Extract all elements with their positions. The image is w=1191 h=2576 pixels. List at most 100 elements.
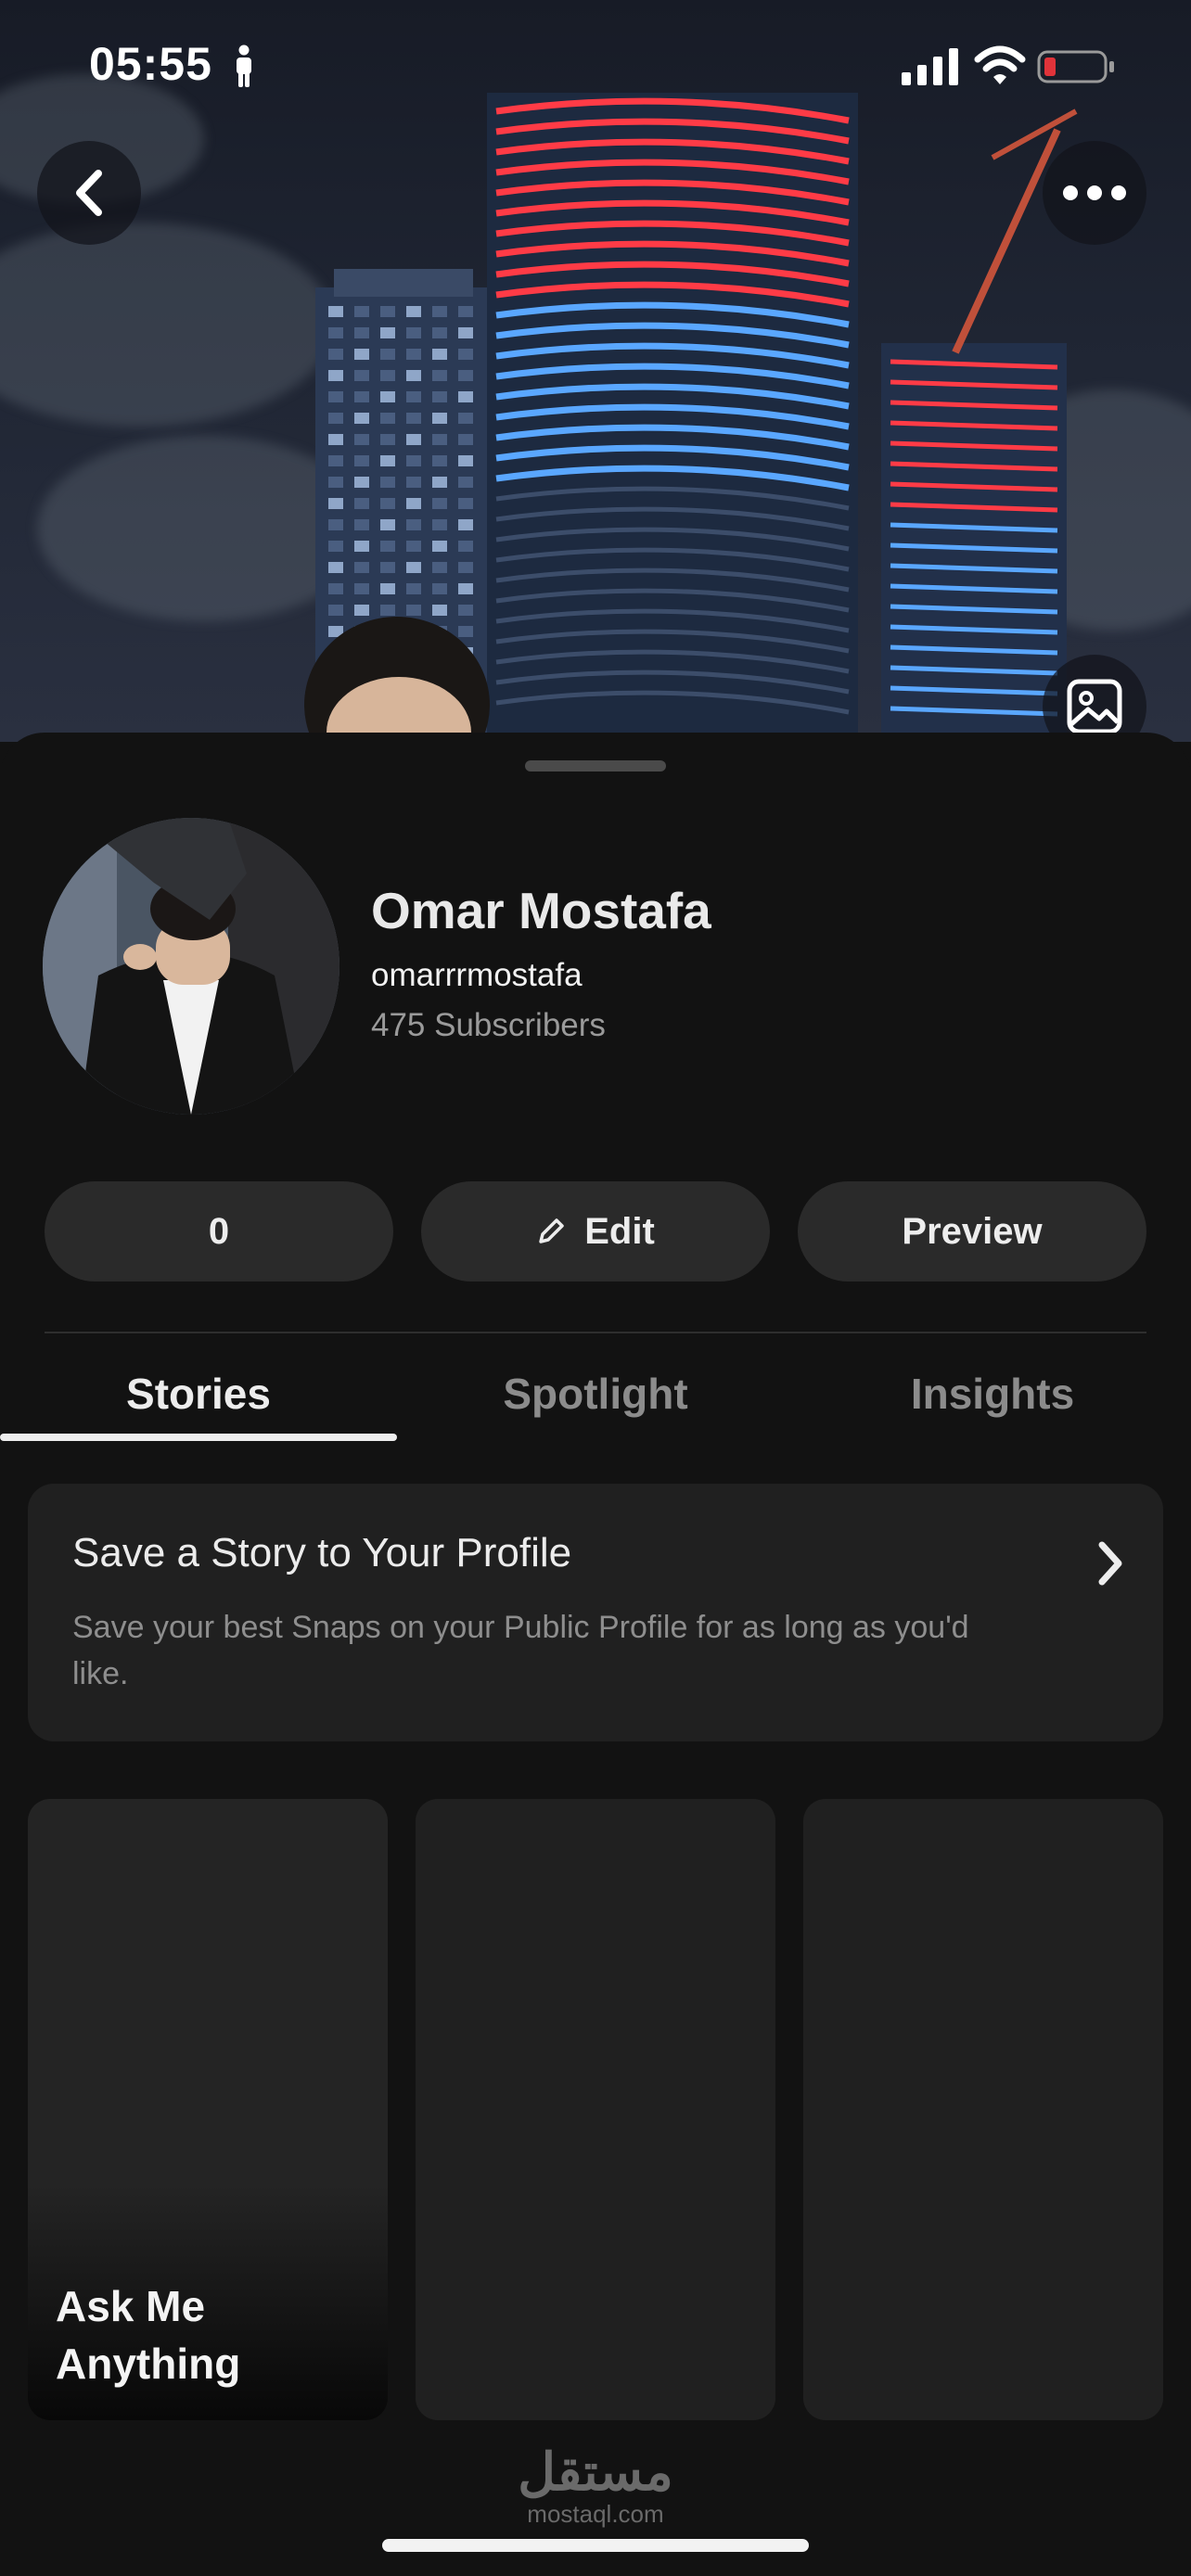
battery-icon: [1037, 50, 1114, 83]
active-tab-indicator: [0, 1434, 397, 1441]
building-window: [432, 519, 447, 530]
building-window: [328, 327, 343, 338]
status-bar: 05:55: [0, 0, 1191, 139]
building-window: [406, 477, 421, 488]
building-window: [432, 583, 447, 594]
watermark-arabic: مستقل: [518, 2442, 673, 2501]
building-window: [406, 370, 421, 381]
building-window: [380, 413, 395, 424]
building-window: [328, 562, 343, 573]
image-icon: [1067, 679, 1122, 734]
avatar-photo: [43, 818, 339, 1115]
building-window: [406, 434, 421, 445]
building-window: [380, 541, 395, 552]
building-window: [432, 327, 447, 338]
building-window: [328, 541, 343, 552]
building-window: [380, 455, 395, 466]
chevron-right-icon: [1098, 1541, 1122, 1586]
building-window: [328, 519, 343, 530]
cloud: [0, 223, 334, 427]
more-options-button[interactable]: [1043, 141, 1146, 245]
building-window: [328, 370, 343, 381]
building-window: [328, 434, 343, 445]
home-indicator[interactable]: [382, 2539, 809, 2552]
building-window: [328, 413, 343, 424]
building-window: [380, 306, 395, 317]
person-head: [304, 617, 490, 742]
subscriber-count: 475 Subscribers: [371, 1007, 606, 1043]
building-window: [406, 541, 421, 552]
save-story-description: Save your best Snaps on your Public Prof…: [72, 1610, 969, 1691]
person-icon: [237, 45, 251, 87]
building-window: [432, 370, 447, 381]
profile-name: Omar Mostafa: [371, 882, 711, 939]
building-window: [406, 455, 421, 466]
save-story-card[interactable]: Save a Story to Your Profile Save your b…: [28, 1484, 1163, 1741]
building-window: [328, 477, 343, 488]
building-window: [406, 391, 421, 402]
building-main: [487, 93, 858, 742]
building-window: [354, 327, 369, 338]
save-story-title: Save a Story to Your Profile: [72, 1530, 572, 1575]
building-window: [354, 455, 369, 466]
avatar[interactable]: [43, 818, 339, 1115]
building-window: [328, 583, 343, 594]
pencil-icon: [539, 1218, 564, 1243]
building-window: [328, 391, 343, 402]
building-window: [406, 562, 421, 573]
building-window: [432, 455, 447, 466]
edit-label: Edit: [584, 1210, 655, 1252]
preview-label: Preview: [902, 1210, 1043, 1252]
building-window: [406, 519, 421, 530]
building-window: [380, 349, 395, 360]
cover-image: 05:55: [0, 0, 1191, 742]
building-window: [354, 370, 369, 381]
story-tile-label: Ask Me Anything: [56, 2282, 241, 2388]
story-tile-empty[interactable]: [803, 1799, 1163, 2420]
sheet-grabber[interactable]: [525, 760, 666, 772]
back-button[interactable]: [37, 141, 141, 245]
building-window: [354, 391, 369, 402]
building-window: [328, 349, 343, 360]
building-window: [406, 327, 421, 338]
watermark-latin: mostaql.com: [527, 2500, 664, 2528]
signal-icon: [902, 48, 958, 85]
building-window: [354, 519, 369, 530]
building-window: [432, 477, 447, 488]
building-window: [432, 349, 447, 360]
building-window: [380, 370, 395, 381]
tab-stories[interactable]: Stories: [0, 1369, 397, 1419]
wifi-icon: [974, 45, 1026, 84]
building-window: [328, 498, 343, 509]
more-horizontal-icon: [1063, 185, 1126, 200]
profile-sheet: Omar Mostafa omarrrmostafa 475 Subscribe…: [0, 733, 1191, 2576]
tab-spotlight[interactable]: Spotlight: [397, 1369, 794, 1419]
building-window: [380, 498, 395, 509]
building-window: [354, 434, 369, 445]
building-window: [432, 541, 447, 552]
profile-username: omarrrmostafa: [371, 957, 583, 993]
building-window: [354, 583, 369, 594]
building-window: [380, 391, 395, 402]
tab-insights[interactable]: Insights: [794, 1369, 1191, 1419]
watermark: مستقل mostaql.com: [492, 2442, 699, 2529]
building-window: [432, 498, 447, 509]
edit-button[interactable]: Edit: [421, 1181, 770, 1282]
building-window: [406, 413, 421, 424]
building-window: [328, 455, 343, 466]
building-window: [432, 562, 447, 573]
chevron-left-icon: [76, 170, 102, 216]
building-window: [354, 477, 369, 488]
building-window: [380, 434, 395, 445]
change-cover-button[interactable]: [1043, 655, 1146, 742]
story-tile-ask-me-anything[interactable]: Ask Me Anything: [28, 1799, 388, 2420]
building-window: [406, 306, 421, 317]
building-window: [354, 349, 369, 360]
building-window: [380, 519, 395, 530]
story-tile-empty[interactable]: [416, 1799, 775, 2420]
building-window: [380, 477, 395, 488]
building-window: [380, 327, 395, 338]
building-window: [406, 349, 421, 360]
count-button[interactable]: 0: [45, 1181, 393, 1282]
preview-button[interactable]: Preview: [798, 1181, 1146, 1282]
